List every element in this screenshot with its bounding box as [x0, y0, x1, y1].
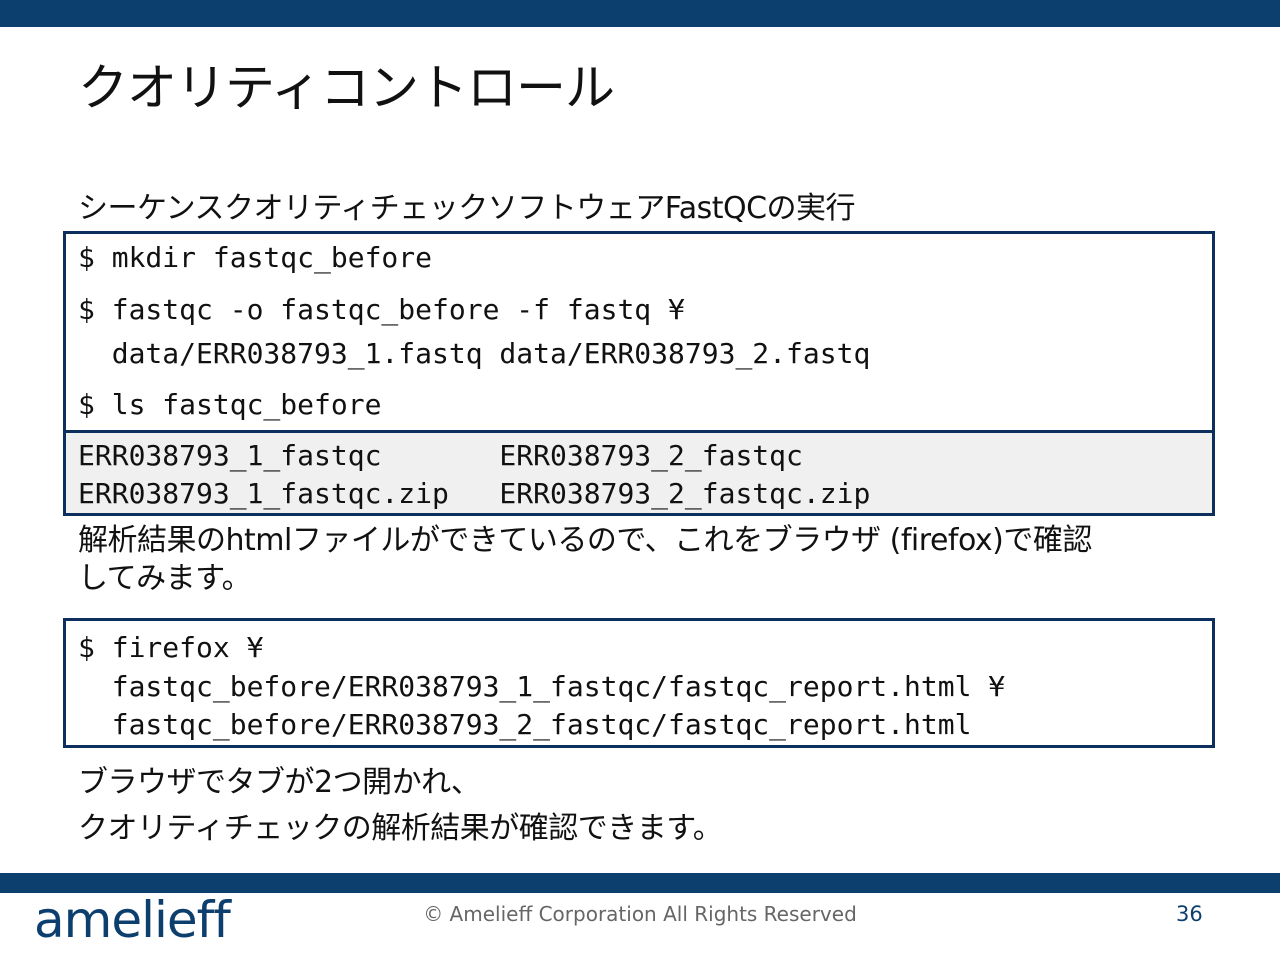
- command-output: ERR038793_1_fastqc ERR038793_2_fastqc ER…: [66, 430, 1212, 513]
- closing-line: ブラウザでタブが2つ開かれ、: [78, 765, 481, 800]
- description-line: 解析結果のhtmlファイルができているので、これをブラウザ (firefox)で…: [78, 523, 1092, 558]
- header-bar: [0, 0, 1280, 27]
- command-line: $ fastqc -o fastqc_before -f fastq ¥: [78, 293, 685, 326]
- command-line: $ firefox ¥: [78, 631, 264, 664]
- output-line: ERR038793_1_fastqc.zip ERR038793_2_fastq…: [78, 477, 871, 510]
- closing-text: ブラウザでタブが2つ開かれ、 クオリティチェックの解析結果が確認できます。: [78, 760, 723, 852]
- command-block-1: $ mkdir fastqc_before $ fastqc -o fastqc…: [63, 231, 1215, 516]
- closing-line: クオリティチェックの解析結果が確認できます。: [78, 811, 723, 846]
- command-line: fastqc_before/ERR038793_2_fastqc/fastqc_…: [78, 708, 972, 741]
- command-line: $ ls fastqc_before: [78, 388, 382, 421]
- command-line: data/ERR038793_1.fastq data/ERR038793_2.…: [78, 337, 871, 370]
- command-line: fastqc_before/ERR038793_1_fastqc/fastqc_…: [78, 670, 1006, 703]
- slide-subtitle: シーケンスクオリティチェックソフトウェアFastQCの実行: [78, 191, 856, 226]
- description-line: してみます。: [78, 561, 252, 596]
- output-line: ERR038793_1_fastqc ERR038793_2_fastqc: [78, 439, 803, 472]
- slide-title: クオリティコントロール: [78, 59, 615, 117]
- description-text: 解析結果のhtmlファイルができているので、これをブラウザ (firefox)で…: [78, 522, 1092, 598]
- copyright-text: © Amelieff Corporation All Rights Reserv…: [423, 902, 857, 926]
- command-line: $ mkdir fastqc_before: [78, 241, 433, 274]
- page-number: 36: [1176, 902, 1203, 926]
- command-block-2: $ firefox ¥ fastqc_before/ERR038793_1_fa…: [63, 618, 1215, 748]
